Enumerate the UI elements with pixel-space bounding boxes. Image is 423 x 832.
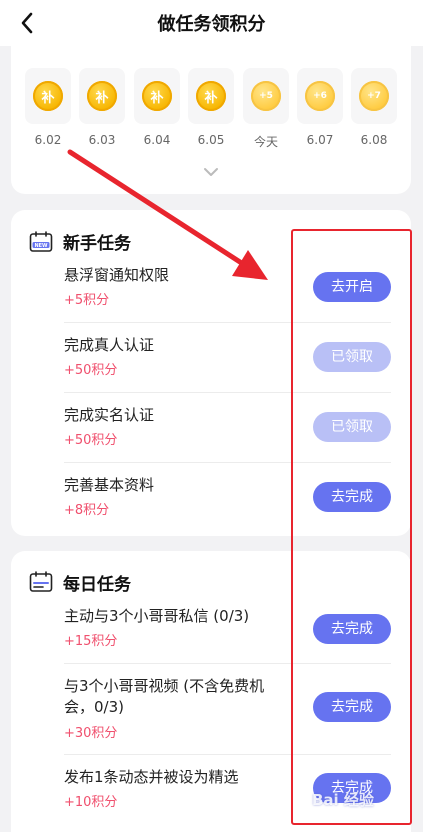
checkin-day[interactable]: +7 6.08 <box>351 68 397 147</box>
coin-icon: 补 <box>196 81 226 111</box>
coin-icon: 补 <box>87 81 117 111</box>
complete-button[interactable]: 去完成 <box>313 614 391 644</box>
day-label: 6.03 <box>88 133 116 147</box>
calendar-new-icon: NEW <box>29 231 53 252</box>
task-name: 完成真人认证 <box>64 336 155 354</box>
checkin-day[interactable]: 补 6.03 <box>79 68 125 147</box>
task-reward: +10积分 <box>64 795 118 810</box>
checkin-day[interactable]: 补 6.04 <box>134 68 180 147</box>
day-label: 6.02 <box>34 133 62 147</box>
checkin-card: 补 6.02 补 6.03 补 6.04 补 6.05 +5 今天 +6 6.0… <box>11 46 411 194</box>
task-reward: +15积分 <box>64 634 118 649</box>
task-row: 完成真人认证 +50积分 已领取 <box>64 323 391 393</box>
header: 做任务领积分 <box>0 0 423 46</box>
complete-button[interactable]: 去完成 <box>313 482 391 512</box>
task-reward: +30积分 <box>64 726 118 741</box>
task-row: 完成实名认证 +50积分 已领取 <box>64 393 391 463</box>
day-label: 6.07 <box>306 133 334 147</box>
newbie-task-card: NEW 新手任务 悬浮窗通知权限 +5积分 去开启 完成真人认证 +50积分 已… <box>11 210 411 536</box>
task-row: 与3个小哥哥视频 (不含免费机会，0/3) +30积分 去完成 <box>64 664 391 755</box>
day-label: 6.05 <box>197 133 225 147</box>
coin-icon: +7 <box>359 81 389 111</box>
task-row: 主动与3个小哥哥私信 (0/3) +15积分 去完成 <box>64 594 391 664</box>
enable-button[interactable]: 去开启 <box>313 272 391 302</box>
task-name: 发布1条动态并被设为精选 <box>64 768 239 786</box>
coin-icon: 补 <box>33 81 63 111</box>
complete-button[interactable]: 去完成 <box>313 773 391 803</box>
coin-icon: 补 <box>142 81 172 111</box>
task-reward: +50积分 <box>64 433 118 448</box>
coin-icon: +6 <box>305 81 335 111</box>
task-reward: +5积分 <box>64 293 110 308</box>
coin-icon: +5 <box>251 81 281 111</box>
newbie-section-title: 新手任务 <box>63 234 131 254</box>
task-name: 悬浮窗通知权限 <box>64 266 170 284</box>
daily-section-title: 每日任务 <box>63 575 131 595</box>
checkin-day[interactable]: 补 6.02 <box>25 68 71 147</box>
task-row: 发布1条动态并被设为精选 +10积分 去完成 <box>64 755 391 825</box>
task-reward: +8积分 <box>64 503 110 518</box>
calendar-icon <box>29 571 53 592</box>
checkin-day[interactable]: 补 6.05 <box>188 68 234 147</box>
checkin-day[interactable]: +6 6.07 <box>297 68 343 147</box>
new-badge: NEW <box>34 243 48 249</box>
task-name: 主动与3个小哥哥私信 (0/3) <box>64 607 250 625</box>
page-title: 做任务领积分 <box>157 14 266 35</box>
claimed-button[interactable]: 已领取 <box>313 412 391 442</box>
task-reward: +50积分 <box>64 363 118 378</box>
task-name: 完善基本资料 <box>64 476 155 494</box>
task-row: 完善基本资料 +8积分 去完成 <box>64 463 391 533</box>
chevron-down-icon[interactable] <box>200 164 222 180</box>
day-label: 今天 <box>253 135 278 149</box>
task-name: 完成实名认证 <box>64 406 155 424</box>
day-label: 6.04 <box>143 133 171 147</box>
task-name: 与3个小哥哥视频 (不含免费机会，0/3) <box>64 677 265 716</box>
day-label: 6.08 <box>360 133 388 147</box>
claimed-button[interactable]: 已领取 <box>313 342 391 372</box>
task-row: 悬浮窗通知权限 +5积分 去开启 <box>64 253 391 323</box>
daily-task-card: 每日任务 主动与3个小哥哥私信 (0/3) +15积分 去完成 与3个小哥哥视频… <box>11 551 411 832</box>
complete-button[interactable]: 去完成 <box>313 692 391 722</box>
checkin-day-today[interactable]: +5 今天 <box>243 68 289 150</box>
